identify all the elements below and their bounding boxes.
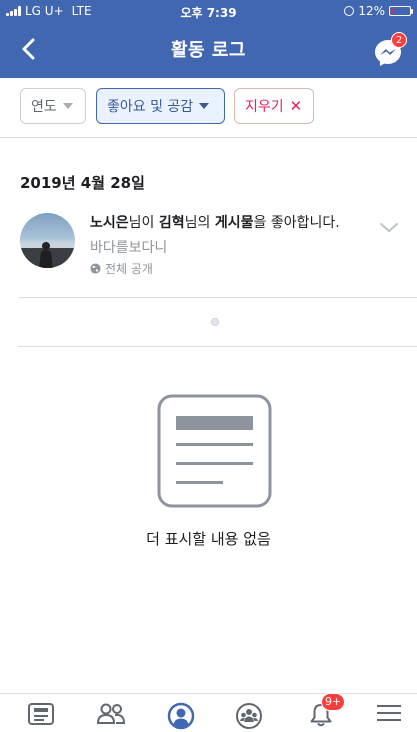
- tab-groups[interactable]: [234, 702, 264, 730]
- tab-profile[interactable]: [166, 702, 196, 730]
- friends-icon: [96, 703, 126, 724]
- object-link[interactable]: 게시물: [215, 215, 254, 231]
- clear-filter-label: 지우기: [245, 99, 284, 115]
- hamburger-menu-icon: [377, 705, 401, 721]
- activity-subtitle: 바다를보다니: [90, 240, 168, 256]
- date-header: 2019년 4월 28일: [20, 174, 145, 192]
- activity-text-part: 님의: [184, 215, 215, 231]
- profile-icon: [167, 702, 195, 730]
- avatar[interactable]: [20, 213, 75, 268]
- battery-fill: [391, 8, 393, 14]
- status-right: 12%: [344, 4, 413, 18]
- status-bar: LG U+ LTE 오후 7:39 12%: [0, 0, 417, 22]
- battery-icon: [389, 6, 413, 16]
- clear-filter-button[interactable]: 지우기 ✕: [234, 88, 314, 124]
- bottom-tab-bar: 9+: [0, 693, 417, 732]
- avatar-photo: [20, 242, 75, 268]
- battery-percent: 12%: [358, 4, 385, 18]
- likes-filter-button[interactable]: 좋아요 및 공감: [96, 88, 225, 124]
- activity-item[interactable]: 노시은님이 김혁님의 게시물을 좋아합니다. 바다를보다니 전체 공개: [0, 206, 417, 292]
- close-icon: ✕: [289, 97, 303, 115]
- tab-friends[interactable]: [96, 702, 126, 730]
- messenger-badge: 2: [391, 32, 407, 48]
- actor-name[interactable]: 노시은: [90, 215, 129, 231]
- loading-indicator: [211, 318, 219, 326]
- news-feed-icon: [28, 703, 54, 725]
- globe-icon: [90, 263, 101, 274]
- caret-down-icon: [62, 103, 73, 109]
- activity-description: 노시은님이 김혁님의 게시물을 좋아합니다.: [90, 214, 360, 233]
- top-bar: LG U+ LTE 오후 7:39 12% 활동 로그 2: [0, 0, 417, 78]
- privacy-label: 전체 공개: [105, 262, 153, 276]
- filter-bar: 연도 좋아요 및 공감 지우기 ✕: [0, 78, 417, 138]
- tab-menu[interactable]: [374, 702, 404, 730]
- page-title: 활동 로그: [170, 40, 246, 61]
- divider: [18, 346, 417, 347]
- groups-icon: [236, 703, 262, 729]
- year-filter-button[interactable]: 연도: [20, 88, 86, 124]
- activity-text-part: 님이: [128, 215, 159, 231]
- activity-text-part: 을 좋아합니다.: [253, 215, 340, 231]
- tab-notifications[interactable]: 9+: [306, 693, 346, 730]
- target-name[interactable]: 김혁: [159, 215, 185, 231]
- messenger-button[interactable]: 2: [373, 32, 407, 66]
- tab-news-feed[interactable]: [26, 702, 56, 730]
- empty-feed-icon: [157, 394, 272, 508]
- privacy-indicator: 전체 공개: [90, 260, 153, 277]
- caret-down-icon: [199, 103, 210, 109]
- empty-state-text: 더 표시할 내용 없음: [146, 530, 271, 548]
- activity-options-button[interactable]: [379, 220, 399, 234]
- chevron-down-icon: [380, 223, 398, 233]
- likes-filter-label: 좋아요 및 공감: [107, 99, 194, 115]
- notifications-badge: 9+: [321, 693, 346, 711]
- nav-row: 활동 로그 2: [0, 24, 417, 74]
- divider: [18, 297, 417, 298]
- alarm-icon: [344, 6, 355, 16]
- year-filter-label: 연도: [31, 99, 57, 115]
